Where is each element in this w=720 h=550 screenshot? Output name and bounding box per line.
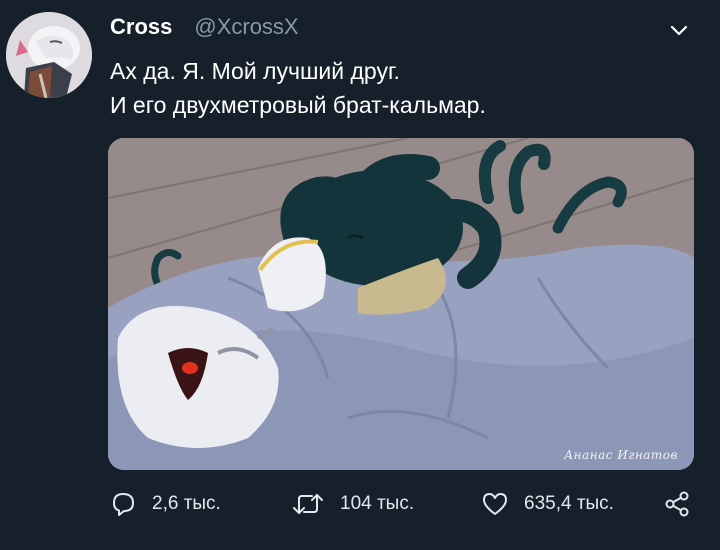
tweet-media[interactable]: Ананас Игнатов (108, 138, 694, 470)
tweet-card[interactable]: Cross @XcrossX Ах да. Я. Мой лучший друг… (0, 0, 720, 550)
artist-signature: Ананас Игнатов (564, 448, 678, 462)
reply-count: 2,6 тыс. (152, 493, 221, 514)
media-illustration (108, 138, 694, 470)
avatar[interactable] (6, 12, 92, 98)
chevron-down-icon (670, 25, 688, 36)
like-button[interactable]: 635,4 тыс. (480, 486, 614, 522)
like-count: 635,4 тыс. (524, 493, 614, 514)
retweet-count: 104 тыс. (340, 493, 415, 514)
heart-icon (483, 493, 507, 515)
tweet-text: Ах да. Я. Мой лучший друг. И его двухмет… (110, 54, 690, 122)
tweet-menu-button[interactable] (668, 20, 690, 42)
avatar-image (6, 12, 92, 98)
retweet-icon (293, 494, 323, 514)
display-name[interactable]: Cross (110, 14, 172, 40)
user-handle[interactable]: @XcrossX (194, 14, 298, 40)
retweet-button[interactable]: 104 тыс. (290, 486, 414, 522)
tweet-actions: 2,6 тыс. 104 тыс. 635,4 тыс. (108, 486, 698, 522)
tweet-header: Cross @XcrossX (110, 14, 299, 44)
reply-button[interactable]: 2,6 тыс. (108, 486, 221, 522)
share-button[interactable] (662, 486, 692, 522)
tweet-text-line: И его двухметровый брат-кальмар. (110, 92, 486, 118)
tweet-text-line: Ах да. Я. Мой лучший друг. (110, 58, 400, 84)
share-icon (665, 491, 689, 517)
reply-icon (113, 493, 134, 516)
